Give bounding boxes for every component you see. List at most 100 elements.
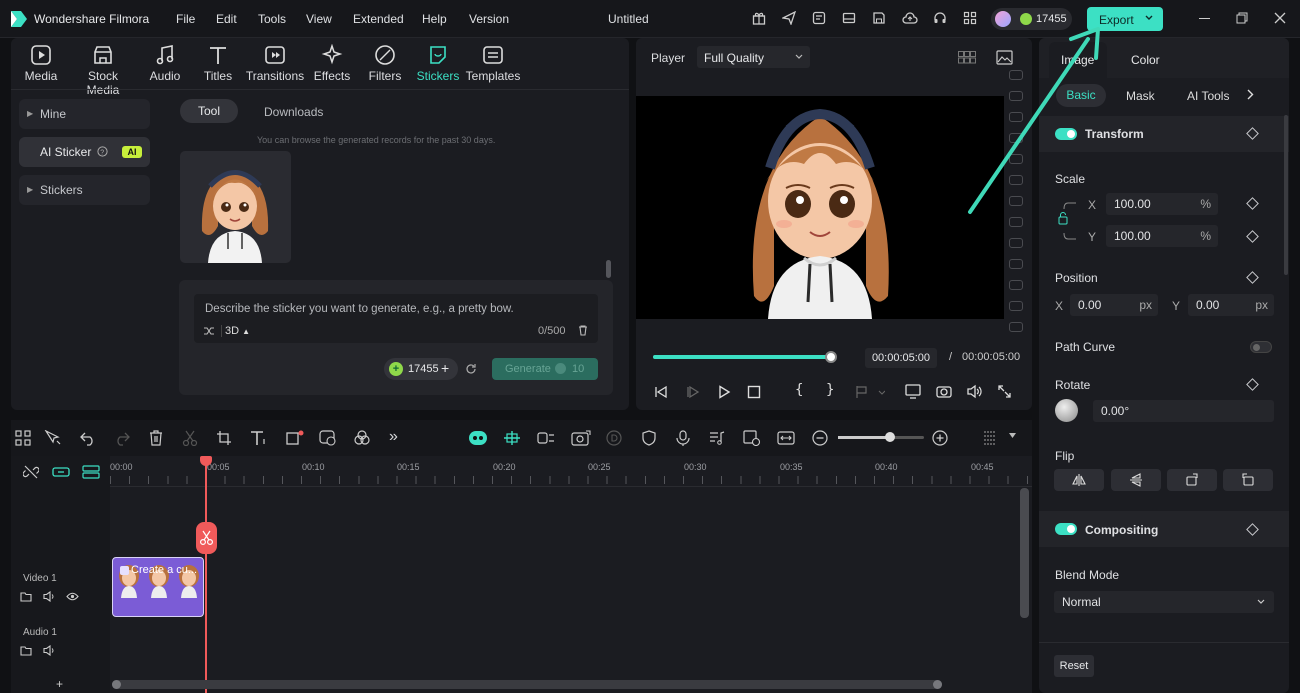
nav-stickers[interactable]: Stickers (407, 44, 469, 83)
split-scissors-button[interactable] (196, 522, 217, 554)
reset-button[interactable]: Reset (1054, 655, 1094, 677)
style-selector[interactable]: 3D ▲ (225, 325, 250, 337)
add-track-icon[interactable] (82, 465, 100, 479)
menu-help[interactable]: Help (422, 12, 447, 26)
speaker-icon[interactable] (43, 591, 56, 602)
prev-frame-icon[interactable] (654, 385, 668, 399)
mark-in-icon[interactable]: { (795, 382, 803, 398)
folder-lock-icon[interactable] (20, 645, 32, 656)
quality-select[interactable]: Full Quality (697, 46, 810, 68)
preview-canvas[interactable] (636, 96, 1004, 319)
position-y-input[interactable]: 0.00 px (1188, 294, 1274, 316)
crop-icon[interactable] (216, 430, 232, 446)
prompt-input[interactable]: Describe the sticker you want to generat… (194, 294, 598, 343)
auto-ripple-icon[interactable] (537, 430, 555, 446)
subtab-mask[interactable]: Mask (1126, 89, 1155, 103)
fullscreen-icon[interactable] (997, 384, 1012, 399)
menu-edit[interactable]: Edit (216, 12, 237, 26)
list-scrollbar[interactable] (606, 260, 611, 278)
sidebar-item-ai-sticker[interactable]: AI Sticker ? AI (19, 137, 150, 167)
menu-file[interactable]: File (176, 12, 195, 26)
folder-lock-icon[interactable] (20, 591, 32, 602)
tab-downloads[interactable]: Downloads (264, 105, 323, 119)
help-icon[interactable]: ? (97, 146, 108, 157)
inspector-scrollbar[interactable] (1284, 115, 1288, 275)
layout-grid-icon[interactable] (15, 430, 31, 446)
dropdown-caret-icon[interactable] (1009, 433, 1016, 438)
generated-sticker-thumbnail[interactable] (180, 151, 291, 263)
shield-icon[interactable] (641, 430, 657, 446)
text-tool-icon[interactable] (250, 430, 268, 446)
rotate-dial[interactable] (1055, 399, 1078, 422)
position-x-input[interactable]: 0.00 px (1070, 294, 1158, 316)
refresh-icon[interactable] (465, 363, 477, 375)
add-track-plus-icon[interactable]: + (56, 677, 63, 691)
compositing-toggle[interactable] (1055, 523, 1077, 535)
stop-icon[interactable] (747, 385, 761, 399)
save-icon[interactable] (872, 11, 886, 25)
generate-button[interactable]: Generate 10 (492, 358, 598, 380)
timeline-horizontal-scrollbar[interactable] (112, 680, 942, 689)
zoom-slider-track[interactable] (838, 436, 924, 439)
nav-titles[interactable]: Titles (187, 44, 249, 83)
unlink-icon[interactable] (23, 464, 39, 480)
ai-assistant-icon[interactable] (468, 430, 488, 446)
more-tools-icon[interactable]: » (389, 428, 398, 446)
image-settings-icon[interactable] (743, 430, 761, 446)
shuffle-icon[interactable] (203, 326, 215, 336)
rotate-input[interactable]: 0.00° (1093, 400, 1274, 422)
minimize-icon[interactable] (1199, 18, 1210, 19)
send-icon[interactable] (782, 11, 796, 25)
menu-view[interactable]: View (306, 12, 332, 26)
snapshot-icon[interactable] (936, 384, 952, 399)
zoom-slider-knob[interactable] (884, 432, 895, 442)
nav-media[interactable]: Media (10, 44, 72, 83)
trash-icon[interactable] (578, 325, 588, 336)
marker-icon[interactable] (855, 385, 885, 399)
sidebar-item-stickers[interactable]: ▶ Stickers (19, 175, 150, 205)
menu-extended[interactable]: Extended (353, 12, 404, 26)
tab-color[interactable]: Color (1131, 53, 1160, 67)
rotate-right-button[interactable] (1167, 469, 1217, 491)
dubbing-icon[interactable] (606, 430, 622, 446)
delete-icon[interactable] (148, 430, 164, 446)
microphone-icon[interactable] (675, 430, 691, 446)
undo-icon[interactable] (80, 430, 96, 446)
zoom-out-icon[interactable] (812, 430, 828, 446)
eye-icon[interactable] (66, 592, 79, 601)
grid-density-icon[interactable] (983, 430, 997, 448)
chevron-right-icon[interactable] (1247, 89, 1254, 100)
music-list-icon[interactable] (709, 430, 725, 446)
nav-templates[interactable]: Templates (462, 44, 524, 83)
shape-record-icon[interactable] (286, 430, 304, 446)
path-curve-toggle[interactable] (1250, 341, 1272, 353)
video-clip[interactable]: Create a cu... (112, 557, 204, 617)
scrollbar-handle[interactable] (112, 680, 121, 689)
restore-icon[interactable] (1236, 12, 1248, 24)
select-tool-icon[interactable] (44, 430, 62, 446)
subtab-ai-tools[interactable]: AI Tools (1187, 89, 1229, 103)
link-track-icon[interactable] (52, 465, 70, 479)
blend-mode-select[interactable]: Normal (1054, 591, 1274, 613)
mark-out-icon[interactable]: } (826, 382, 834, 398)
color-match-icon[interactable] (354, 430, 370, 446)
close-icon[interactable] (1274, 12, 1286, 24)
tab-tool[interactable]: Tool (180, 99, 238, 123)
gift-icon[interactable] (752, 11, 766, 25)
picture-in-picture-icon[interactable] (571, 430, 591, 446)
volume-icon[interactable] (966, 384, 982, 399)
speaker-icon[interactable] (43, 645, 56, 656)
cut-icon[interactable] (182, 430, 198, 446)
rotate-left-button[interactable] (1223, 469, 1273, 491)
redo-icon[interactable] (114, 430, 130, 446)
play-icon[interactable] (717, 385, 731, 399)
sidebar-item-mine[interactable]: ▶ Mine (19, 99, 150, 129)
nav-transitions[interactable]: Transitions (244, 44, 306, 83)
scrollbar-handle[interactable] (933, 680, 942, 689)
fit-width-icon[interactable] (777, 430, 795, 446)
display-settings-icon[interactable] (905, 384, 921, 399)
apps-grid-icon[interactable] (963, 11, 977, 25)
cloud-upload-icon[interactable] (902, 11, 918, 25)
menu-version[interactable]: Version (469, 12, 509, 26)
headset-icon[interactable] (933, 11, 947, 25)
